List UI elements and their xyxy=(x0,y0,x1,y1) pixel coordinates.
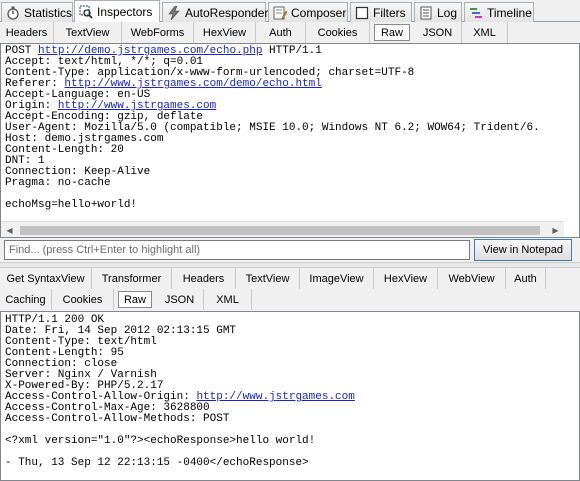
response-tab-strip-row1: Get SyntaxView Transformer Headers TextV… xyxy=(0,268,580,289)
request-line: Pragma: no-cache xyxy=(5,178,579,189)
composer-icon xyxy=(273,6,288,20)
response-tab-headers[interactable]: Headers xyxy=(172,268,236,289)
tab-timeline-label: Timeline xyxy=(487,5,532,20)
response-tab-hexview[interactable]: HexView xyxy=(374,268,438,289)
request-tab-webforms[interactable]: WebForms xyxy=(122,22,194,43)
find-bar: View in Notepad xyxy=(0,238,580,262)
request-tab-strip: Headers TextView WebForms HexView Auth C… xyxy=(0,22,580,43)
response-raw-pane[interactable]: HTTP/1.1 200 OK Date: Fri, 14 Sep 2012 02… xyxy=(0,311,580,481)
request-horizontal-scrollbar[interactable]: ◀ ▶ xyxy=(1,221,564,237)
request-line-suffix: HTTP/1.1 xyxy=(262,45,322,57)
response-tab-cookies[interactable]: Cookies xyxy=(52,289,114,310)
response-line: <?xml version="1.0"?><echoResponse>hello… xyxy=(5,436,579,447)
request-tab-hexview[interactable]: HexView xyxy=(194,22,256,43)
request-raw-pane[interactable]: POST http://demo.jstrgames.com/echo.php … xyxy=(0,43,580,238)
response-tab-textview[interactable]: TextView xyxy=(236,268,300,289)
checkbox-icon xyxy=(355,6,369,20)
request-raw-text: POST http://demo.jstrgames.com/echo.php … xyxy=(1,44,579,211)
tab-statistics-label: Statistics xyxy=(24,5,73,20)
response-tab-imageview[interactable]: ImageView xyxy=(300,268,374,289)
tab-log[interactable]: Log xyxy=(414,2,462,22)
response-line-text: Access-Control-Allow-Methods: POST xyxy=(5,413,230,425)
request-tab-cookies[interactable]: Cookies xyxy=(306,22,370,43)
response-tab-raw[interactable]: Raw xyxy=(118,291,152,308)
request-tab-headers[interactable]: Headers xyxy=(0,22,54,43)
request-line: echoMsg=hello+world! xyxy=(5,200,579,211)
response-tab-get-syntaxview[interactable]: Get SyntaxView xyxy=(0,268,92,289)
tab-composer-label: Composer xyxy=(291,5,347,20)
response-tab-strip-row2: Caching Cookies Raw JSON XML xyxy=(0,289,580,310)
request-tab-raw[interactable]: Raw xyxy=(374,24,410,41)
request-tab-xml[interactable]: XML xyxy=(462,22,508,43)
request-tab-textview[interactable]: TextView xyxy=(54,22,122,43)
magnifier-icon xyxy=(79,4,93,19)
response-line-text: <?xml version="1.0"?><echoResponse>hello… xyxy=(5,435,316,447)
tab-autoresponder[interactable]: AutoResponder xyxy=(162,2,269,22)
response-line: - Thu, 13 Sep 12 22:13:15 -0400</echoRes… xyxy=(5,458,579,469)
response-tab-caching[interactable]: Caching xyxy=(0,289,52,310)
response-line-text: - Thu, 13 Sep 12 22:13:15 -0400</echoRes… xyxy=(5,457,309,469)
request-tab-auth[interactable]: Auth xyxy=(256,22,306,43)
request-scroll-thumb[interactable] xyxy=(20,226,540,235)
log-icon xyxy=(419,6,433,20)
request-tab-json[interactable]: JSON xyxy=(414,22,462,43)
scroll-right-icon[interactable]: ▶ xyxy=(547,222,564,237)
response-tab-webview[interactable]: WebView xyxy=(438,268,506,289)
request-line-text: echoMsg=hello+world! xyxy=(5,199,138,211)
lightning-icon xyxy=(167,5,181,20)
tab-filters[interactable]: Filters xyxy=(350,2,412,22)
response-line: Access-Control-Allow-Methods: POST xyxy=(5,414,579,425)
stopwatch-icon xyxy=(6,6,20,20)
request-line: Content-Length: 20 xyxy=(5,145,579,156)
tab-composer[interactable]: Composer xyxy=(268,2,348,22)
response-tab-auth[interactable]: Auth xyxy=(506,268,546,289)
response-line-link[interactable]: http://www.jstrgames.com xyxy=(196,391,354,403)
tab-timeline[interactable]: Timeline xyxy=(464,2,534,22)
scroll-left-icon[interactable]: ◀ xyxy=(1,222,18,237)
tab-autoresponder-label: AutoResponder xyxy=(185,5,269,20)
request-line-text: Pragma: no-cache xyxy=(5,177,111,189)
view-in-notepad-button[interactable]: View in Notepad xyxy=(474,239,572,261)
timeline-icon xyxy=(469,6,483,20)
tab-inspectors-label: Inspectors xyxy=(97,4,153,19)
tab-statistics[interactable]: Statistics xyxy=(1,2,73,22)
response-raw-text: HTTP/1.1 200 OK Date: Fri, 14 Sep 2012 02… xyxy=(1,312,579,469)
tab-log-label: Log xyxy=(437,5,458,20)
response-tab-xml[interactable]: XML xyxy=(204,289,252,310)
response-tab-transformer[interactable]: Transformer xyxy=(92,268,172,289)
tab-inspectors[interactable]: Inspectors xyxy=(74,0,160,22)
response-tab-json[interactable]: JSON xyxy=(156,289,204,310)
find-input[interactable] xyxy=(4,240,470,260)
tab-filters-label: Filters xyxy=(373,5,406,20)
main-tab-strip: Statistics Inspectors AutoResponder Comp… xyxy=(0,0,580,22)
